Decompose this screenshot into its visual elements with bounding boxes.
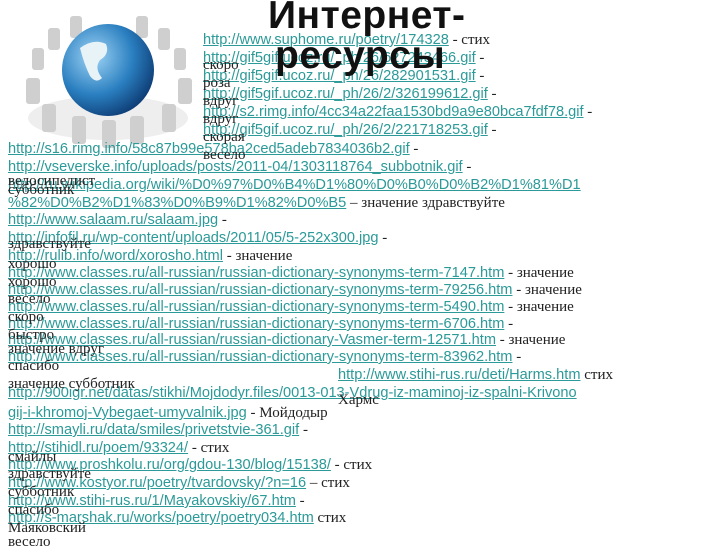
overlay-caption: вдруг <box>203 93 239 109</box>
resource-description: - значение <box>504 265 574 281</box>
resource-description: - значение <box>222 248 293 264</box>
overlay-caption: здравствуйте <box>8 466 91 482</box>
overlay-caption: хорошо <box>8 256 57 272</box>
resource-line: gij-i-khromoj-Vybegaet-umyvalnik.jpg - М… <box>8 405 328 422</box>
resource-line: http://www.classes.ru/all-russian/russia… <box>8 265 574 282</box>
overlay-caption: весело <box>203 147 246 163</box>
resource-description: стих <box>580 367 613 383</box>
resource-link[interactable]: http://www.classes.ru/all-russian/russia… <box>8 282 512 298</box>
resource-line: http://www.salaam.ru/salaam.jpg - <box>8 212 227 229</box>
overlay-caption: скорая <box>203 129 245 145</box>
resource-link[interactable]: http://www.stihi-rus.ru/deti/Harms.htm <box>338 367 580 383</box>
overlay-caption: значение субботник <box>8 376 135 392</box>
resource-description: – значение здравствуйте <box>346 195 505 211</box>
resource-description: - <box>583 104 593 120</box>
resource-description: - значение <box>504 299 574 315</box>
overlay-caption: субботник <box>8 484 75 500</box>
resource-description: - Мойдодыр <box>246 405 328 421</box>
resource-description: - <box>299 422 308 438</box>
overlay-caption: субботник <box>8 182 75 198</box>
resource-link[interactable]: http://www.classes.ru/all-russian/russia… <box>8 316 504 332</box>
overlay-caption: спасибо <box>8 358 60 374</box>
resource-link[interactable]: http://www.classes.ru/all-russian/russia… <box>8 265 504 281</box>
resource-description: – стих <box>306 475 350 491</box>
overlay-caption: скоро <box>203 57 239 73</box>
resource-line: %82%D0%B2%D1%83%D0%B9%D1%82%D0%B5 – знач… <box>8 195 505 212</box>
resource-description: - <box>475 50 485 66</box>
resource-description: - <box>295 493 305 509</box>
resource-link[interactable]: http://smayli.ru/data/smiles/privetstvie… <box>8 422 299 438</box>
overlay-caption: смайлы <box>8 449 57 465</box>
overlay-caption: скоро <box>8 309 44 325</box>
overlay-caption: весело <box>8 291 51 307</box>
resource-description: - <box>487 86 497 102</box>
resource-line: http://www.stihi-rus.ru/deti/Harms.htm с… <box>338 367 613 384</box>
resource-description: - <box>409 141 419 157</box>
resource-line: http://www.classes.ru/all-russian/russia… <box>8 299 574 316</box>
resource-description: - значение <box>512 282 582 298</box>
resource-description: - стих <box>188 440 230 456</box>
resource-description: - <box>512 349 522 365</box>
resource-link[interactable]: http://gif5gif.ucoz.ru/_ph/26/2/22171825… <box>203 122 488 138</box>
resource-description: - стих <box>448 32 491 48</box>
resource-line: http://www.classes.ru/all-russian/russia… <box>8 282 582 299</box>
overlay-caption: значение вдруг <box>8 341 104 357</box>
resource-description: - <box>504 316 514 332</box>
overlay-caption: роза <box>203 75 231 91</box>
resource-link[interactable]: http://www.classes.ru/all-russian/russia… <box>8 299 504 315</box>
resource-description: - <box>462 159 472 175</box>
overlay-caption: здравствуйте <box>8 236 91 252</box>
resource-line: http://s2.rimg.info/4cc34a22faa1530bd9a9… <box>203 104 592 121</box>
resource-description: - <box>378 230 388 246</box>
overlay-caption: Хармс <box>338 392 379 408</box>
resource-link[interactable]: http://gif5gif.ucoz.ru/_ph/26/2/32619961… <box>203 86 488 102</box>
resource-line: http://www.classes.ru/all-russian/russia… <box>8 316 513 333</box>
resource-link[interactable]: http://www.salaam.ru/salaam.jpg <box>8 212 218 228</box>
title-line-2: ресурсы <box>275 34 446 77</box>
resource-line: http://gif5gif.ucoz.ru/_ph/26/2/32619961… <box>203 86 497 103</box>
resource-description: - <box>475 68 485 84</box>
resource-link[interactable]: http://s2.rimg.info/4cc34a22faa1530bd9a9… <box>203 104 584 120</box>
resource-description: - стих <box>330 457 373 473</box>
resource-description: - значение <box>495 332 566 348</box>
globe-with-chairs-image <box>26 16 192 148</box>
resource-line: http://gif5gif.ucoz.ru/_ph/26/2/22171825… <box>203 122 497 139</box>
resource-description: - <box>487 122 497 138</box>
overlay-caption: весело <box>8 534 51 550</box>
resource-description: - <box>218 212 227 228</box>
resource-line: http://smayli.ru/data/smiles/privetstvie… <box>8 422 308 439</box>
overlay-caption: спасибо <box>8 502 60 518</box>
resource-description: стих <box>313 510 347 526</box>
resource-link[interactable]: gij-i-khromoj-Vybegaet-umyvalnik.jpg <box>8 405 247 421</box>
overlay-caption: хорошо <box>8 274 57 290</box>
overlay-caption: вдруг <box>203 111 239 127</box>
